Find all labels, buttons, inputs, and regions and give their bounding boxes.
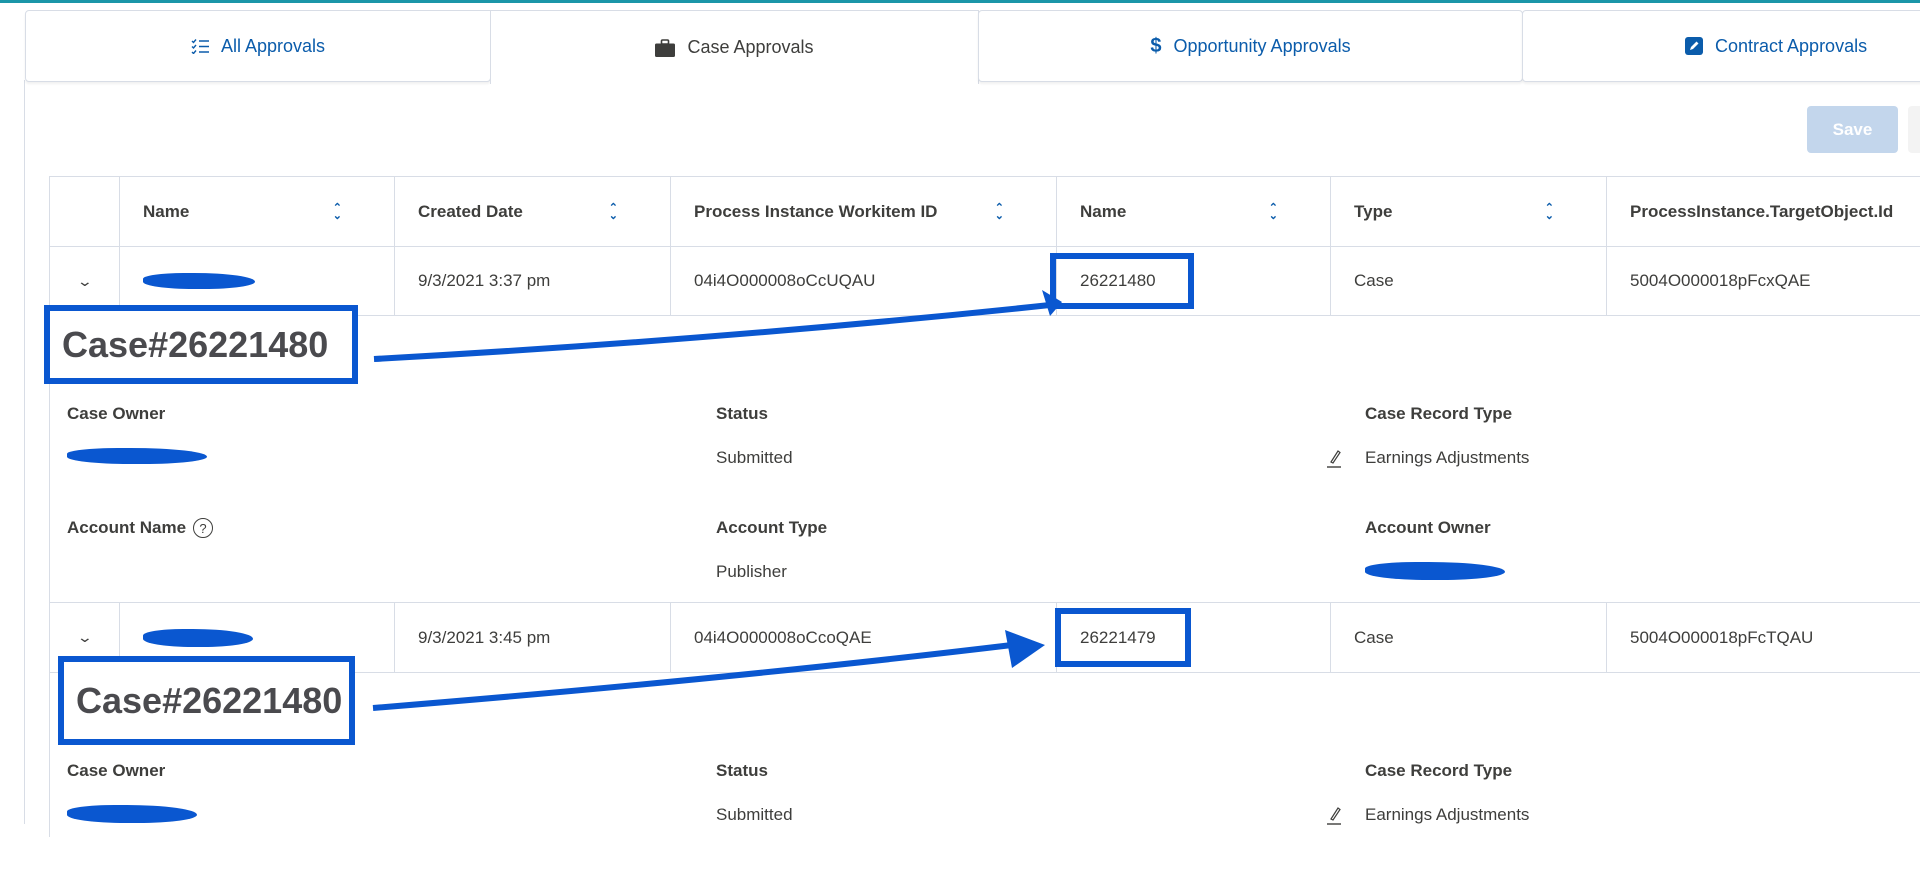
field-case-owner: Case Owner (67, 404, 207, 469)
edit-pencil-icon[interactable] (1325, 448, 1345, 473)
chevron-down-icon: ⌄ (76, 272, 93, 289)
cell-target-id: 5004O000018pFcTQAU (1630, 627, 1814, 647)
col-header-target-id[interactable]: ProcessInstance.TargetObject.Id (1607, 177, 1920, 246)
field-case-record-type: Case Record Type Earnings Adjustments (1327, 761, 1529, 825)
cell-created-date: 9/3/2021 3:45 pm (395, 603, 671, 672)
edit-pencil-icon[interactable] (1325, 805, 1345, 830)
field-account-owner: Account Owner (1365, 518, 1505, 585)
panel-border (24, 80, 25, 824)
checklist-icon (191, 38, 209, 54)
col-header-workitem-id[interactable]: Process Instance Workitem ID ⌃ ⌄ (671, 177, 1057, 246)
tab-opportunity-approvals[interactable]: $ Opportunity Approvals (978, 10, 1523, 82)
cell-workitem-id: 04i4O000008oCcoQAE (671, 603, 1057, 672)
tab-label: Contract Approvals (1715, 35, 1868, 56)
tab-label: Case Approvals (687, 37, 814, 57)
annotation-label: Case#26221480 (44, 305, 358, 384)
table-header-row: Name ⌃ ⌄ Created Date ⌃ ⌄ Process Instance W… (50, 177, 1920, 247)
annotation-highlight-box (1050, 253, 1194, 309)
field-status: Status Submitted (716, 761, 793, 824)
redacted-case-owner (67, 448, 207, 464)
edit-contract-icon (1685, 37, 1703, 55)
field-account-type: Account Type Publisher (716, 518, 828, 581)
expand-column-header (50, 177, 120, 246)
redacted-name (143, 628, 253, 647)
col-header-case-name[interactable]: Name ⌃ ⌄ (1057, 177, 1331, 246)
tab-all-approvals[interactable]: All Approvals (25, 10, 491, 82)
sort-icon[interactable]: ⌃ ⌄ (333, 202, 342, 221)
cell-created-date: 9/3/2021 3:37 pm (395, 247, 671, 315)
field-status: Status Submitted (716, 404, 793, 467)
help-icon[interactable]: ? (193, 518, 214, 538)
sort-icon[interactable]: ⌃ ⌄ (1269, 202, 1278, 221)
redacted-case-owner (67, 805, 197, 823)
col-header-type[interactable]: Type ⌃ ⌄ (1331, 177, 1607, 246)
briefcase-icon (655, 38, 676, 57)
secondary-button[interactable] (1908, 106, 1920, 153)
col-header-created-date[interactable]: Created Date ⌃ ⌄ (395, 177, 671, 246)
save-button[interactable]: Save (1807, 106, 1898, 153)
cell-workitem-id: 04i4O000008oCcUQAU (671, 247, 1057, 315)
dollar-icon: $ (1150, 34, 1162, 57)
redacted-account-owner (1365, 562, 1505, 580)
sort-icon[interactable]: ⌃ ⌄ (995, 202, 1004, 221)
tab-contract-approvals[interactable]: Contract Approvals (1522, 10, 1920, 82)
cell-type: Case (1331, 247, 1607, 315)
cell-target-id: 5004O000018pFcxQAE (1630, 271, 1811, 290)
redacted-name (143, 273, 255, 289)
annotation-highlight-box (1055, 608, 1191, 667)
tab-label: Opportunity Approvals (1173, 35, 1351, 56)
annotation-label: Case#26221480 (58, 656, 355, 745)
field-case-record-type: Case Record Type Earnings Adjustments (1327, 404, 1529, 468)
tab-label: All Approvals (220, 35, 326, 56)
field-case-owner: Case Owner (67, 761, 197, 828)
sort-icon[interactable]: ⌃ ⌄ (609, 202, 618, 221)
col-header-name[interactable]: Name ⌃ ⌄ (120, 177, 395, 246)
cell-type: Case (1331, 603, 1607, 672)
top-accent-line (0, 0, 1920, 3)
tab-case-approvals[interactable]: Case Approvals (490, 10, 979, 84)
sort-icon[interactable]: ⌃ ⌄ (1545, 202, 1554, 221)
field-account-name: Account Name? (67, 518, 214, 562)
chevron-down-icon: ⌄ (76, 629, 93, 645)
